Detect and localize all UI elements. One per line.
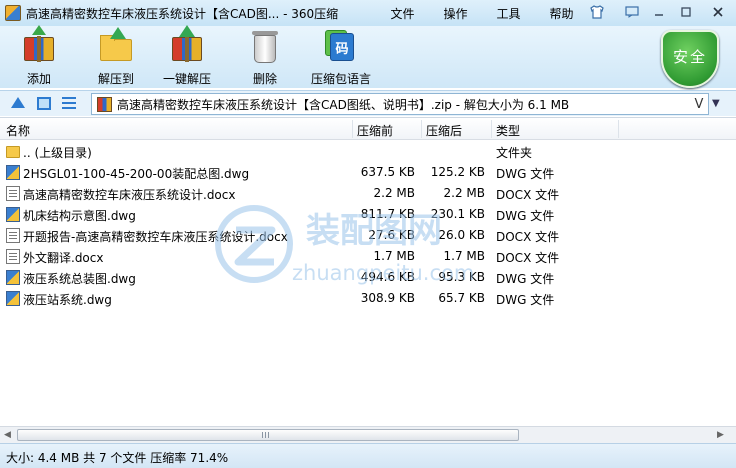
delete-button[interactable]: 删除: [246, 29, 284, 87]
menu-operation[interactable]: 操作: [429, 5, 482, 22]
file-original-size: 1.7 MB: [443, 249, 485, 263]
file-row[interactable]: 开题报告-高速高精密数控车床液压系统设计.docx 27.6 KB 26.0 KB D…: [0, 225, 736, 246]
horizontal-scrollbar[interactable]: ◀ ▶: [0, 426, 736, 443]
trash-icon: [246, 29, 284, 63]
docx-file-icon: [6, 249, 20, 264]
file-compressed-size: 2.2 MB: [373, 186, 415, 200]
dwg-file-icon: [6, 165, 20, 180]
column-type[interactable]: 类型: [496, 122, 520, 139]
file-type: DWG 文件: [496, 272, 555, 286]
menu-file[interactable]: 文件: [376, 5, 429, 22]
docx-file-icon: [6, 228, 20, 243]
file-original-size: 125.2 KB: [430, 165, 485, 179]
dwg-file-icon: [6, 270, 20, 285]
file-original-size: 230.1 KB: [430, 207, 485, 221]
language-icon: 码: [322, 29, 360, 62]
close-icon[interactable]: [703, 3, 733, 21]
file-compressed-size: 811.7 KB: [360, 207, 415, 221]
file-row[interactable]: 液压系统总装图.dwg 494.6 KB 95.3 KB DWG 文件: [0, 267, 736, 288]
column-original[interactable]: 压缩后: [426, 122, 462, 139]
column-name[interactable]: 名称: [6, 122, 30, 139]
file-type: DWG 文件: [496, 293, 555, 307]
status-bar: 大小: 4.4 MB 共 7 个文件 压缩率 71.4%: [0, 443, 736, 468]
file-original-size: 95.3 KB: [438, 270, 485, 284]
status-text: 大小: 4.4 MB 共 7 个文件 压缩率 71.4%: [6, 451, 229, 465]
menu-bar: 文件 操作 工具 帮助: [358, 5, 588, 22]
scroll-left-icon[interactable]: ◀: [4, 430, 11, 440]
one-click-extract-button[interactable]: 一键解压: [163, 25, 212, 87]
scroll-thumb[interactable]: [17, 429, 519, 441]
archive-icon: [97, 96, 112, 112]
file-original-size: 65.7 KB: [438, 291, 485, 305]
add-archive-icon: [20, 25, 58, 62]
file-type: DWG 文件: [496, 209, 555, 223]
file-name: 开题报告-高速高精密数控车床液压系统设计.docx: [23, 230, 288, 244]
column-header: 名称 压缩前 压缩后 类型: [0, 118, 736, 140]
file-row[interactable]: 液压站系统.dwg 308.9 KB 65.7 KB DWG 文件: [0, 288, 736, 309]
archive-language-label: 压缩包语言: [311, 72, 372, 86]
file-type: 文件夹: [496, 146, 533, 160]
scroll-right-icon[interactable]: ▶: [717, 430, 724, 440]
file-row[interactable]: .. (上级目录) 文件夹: [0, 141, 736, 162]
file-original-size: 26.0 KB: [438, 228, 485, 242]
folder-file-icon: [6, 146, 20, 158]
file-list: 名称 压缩前 压缩后 类型 .. (上级目录) 文件夹 2HSGL01-100-45…: [0, 117, 736, 427]
dwg-file-icon: [6, 291, 20, 306]
security-label: 安全: [672, 48, 707, 66]
dwg-file-icon: [6, 207, 20, 222]
add-button[interactable]: 添加: [20, 25, 58, 87]
file-compressed-size: 494.6 KB: [360, 270, 415, 284]
chevron-down-icon[interactable]: ▼: [712, 98, 720, 109]
history-icon[interactable]: V: [690, 97, 708, 112]
menu-tools[interactable]: 工具: [482, 5, 535, 22]
list-view-icon[interactable]: [62, 97, 76, 110]
file-row[interactable]: 外文翻译.docx 1.7 MB 1.7 MB DOCX 文件: [0, 246, 736, 267]
app-icon: [5, 5, 21, 21]
file-original-size: 2.2 MB: [443, 186, 485, 200]
file-compressed-size: 637.5 KB: [360, 165, 415, 179]
window-title: 高速高精密数控车床液压系统设计【含CAD图... - 360压缩: [26, 6, 339, 21]
security-shield-button[interactable]: 安全: [661, 30, 719, 92]
file-row[interactable]: 2HSGL01-100-45-200-00装配总图.dwg 637.5 KB 125…: [0, 162, 736, 183]
file-name: 机床结构示意图.dwg: [23, 209, 136, 223]
minimize-icon[interactable]: [650, 4, 668, 20]
thumbnail-view-icon[interactable]: [37, 97, 51, 110]
maximize-icon[interactable]: [677, 4, 695, 20]
address-bar[interactable]: 高速高精密数控车床液压系统设计【含CAD图纸、说明书】.zip - 解包大小为 …: [91, 93, 709, 115]
file-name: 液压站系统.dwg: [23, 293, 112, 307]
file-type: DWG 文件: [496, 167, 555, 181]
one-click-extract-icon: [168, 25, 206, 62]
file-type: DOCX 文件: [496, 230, 560, 244]
file-type: DOCX 文件: [496, 188, 560, 202]
file-name: 高速高精密数控车床液压系统设计.docx: [23, 188, 236, 202]
file-name: .. (上级目录): [23, 146, 92, 160]
file-name: 外文翻译.docx: [23, 251, 104, 265]
add-label: 添加: [26, 72, 51, 86]
file-row[interactable]: 高速高精密数控车床液压系统设计.docx 2.2 MB 2.2 MB DOCX 文件: [0, 183, 736, 204]
file-type: DOCX 文件: [496, 251, 560, 265]
menu-help[interactable]: 帮助: [535, 5, 588, 22]
file-name: 液压系统总装图.dwg: [23, 272, 136, 286]
toolbar: 添加 解压到 一键解压 删除 码 压缩包语言: [0, 25, 736, 88]
file-row[interactable]: 机床结构示意图.dwg 811.7 KB 230.1 KB DWG 文件: [0, 204, 736, 225]
docx-file-icon: [6, 186, 20, 201]
file-name: 2HSGL01-100-45-200-00装配总图.dwg: [23, 167, 250, 181]
folder-extract-icon: [97, 27, 135, 62]
one-click-extract-label: 一键解压: [163, 72, 212, 86]
delete-label: 删除: [252, 72, 277, 86]
title-bar: 高速高精密数控车床液压系统设计【含CAD图... - 360压缩 文件 操作 工…: [0, 0, 736, 26]
extract-to-button[interactable]: 解压到: [97, 27, 135, 87]
up-arrow-icon[interactable]: [11, 97, 25, 108]
address-path: 高速高精密数控车床液压系统设计【含CAD图纸、说明书】.zip - 解包大小为 …: [117, 97, 570, 112]
extract-to-label: 解压到: [97, 72, 134, 86]
file-compressed-size: 308.9 KB: [360, 291, 415, 305]
file-compressed-size: 27.6 KB: [368, 228, 415, 242]
file-compressed-size: 1.7 MB: [373, 249, 415, 263]
address-row: 高速高精密数控车床液压系统设计【含CAD图纸、说明书】.zip - 解包大小为 …: [0, 90, 736, 116]
skin-shirt-icon[interactable]: [588, 4, 606, 20]
feedback-icon[interactable]: [623, 4, 641, 20]
column-compressed[interactable]: 压缩前: [357, 122, 393, 139]
archive-language-button[interactable]: 码 压缩包语言: [311, 29, 371, 87]
